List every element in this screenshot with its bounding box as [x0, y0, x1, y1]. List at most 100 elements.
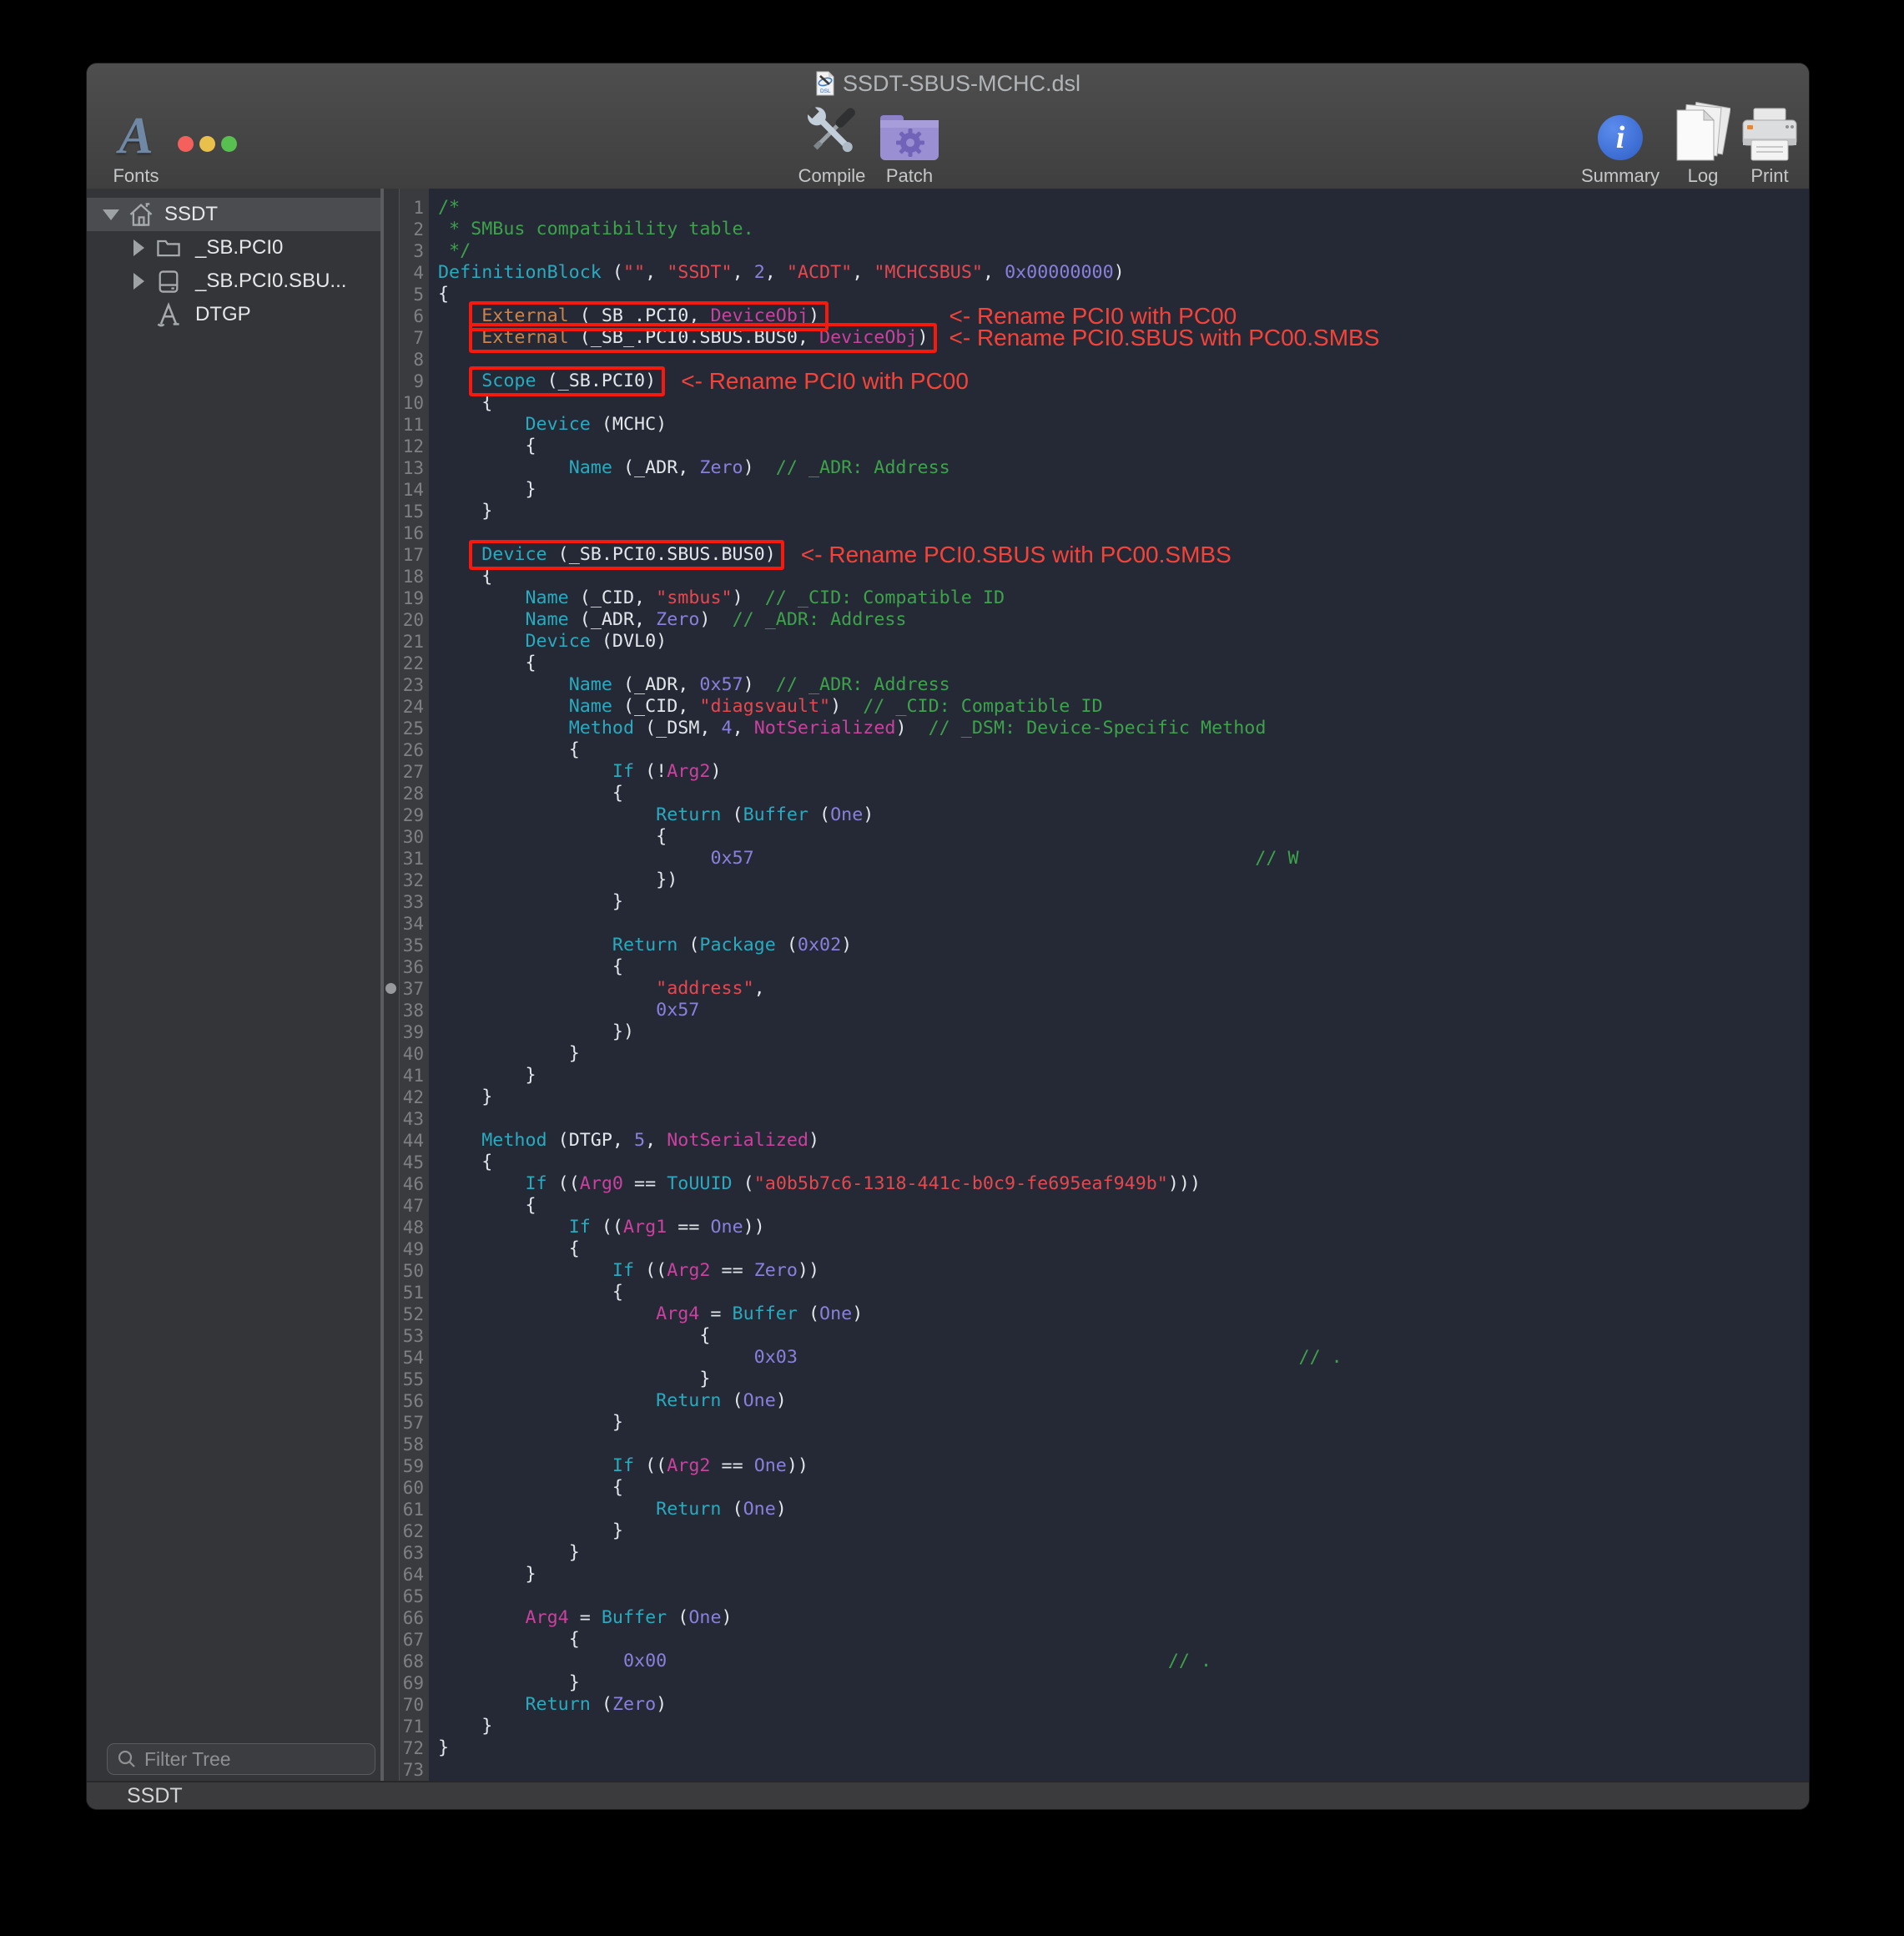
sidebar-item-sb-pci0[interactable]: _SB.PCI0	[87, 231, 380, 265]
patch-folder-icon	[878, 97, 941, 164]
filter-tree-field	[107, 1743, 375, 1775]
line-number: 35	[400, 935, 429, 956]
code-line: Name (_ADR, Zero) // _ADR: Address	[438, 457, 1809, 479]
line-number: 55	[400, 1369, 429, 1390]
code-line	[438, 913, 1809, 935]
line-number: 17	[400, 544, 429, 566]
line-number: 61	[400, 1499, 429, 1520]
maciasl-window: DSL SSDT-SBUS-MCHC.dsl A Fonts	[87, 63, 1809, 1809]
code-line: {	[438, 1282, 1809, 1303]
line-number: 27	[400, 761, 429, 783]
code-line: If ((Arg0 == ToUUID ("a0b5b7c6-1318-441c…	[438, 1173, 1809, 1195]
code-line	[438, 1759, 1809, 1781]
code-line: Return (Package (0x02)	[438, 935, 1809, 956]
compile-button[interactable]: Compile	[798, 97, 866, 187]
code-line: {	[438, 653, 1809, 674]
folder-icon	[155, 234, 182, 261]
code-line: * SMBus compatibility table.	[438, 219, 1809, 240]
code-line: Scope (_SB.PCI0)	[438, 371, 1809, 392]
minimize-window-button[interactable]	[199, 136, 215, 152]
fonts-icon: A	[118, 97, 153, 164]
line-number: 62	[400, 1520, 429, 1542]
code-line	[438, 1586, 1809, 1607]
code-line: Method (_DSM, 4, NotSerialized) // _DSM:…	[438, 718, 1809, 739]
line-number: 47	[400, 1195, 429, 1217]
log-button[interactable]: Log	[1675, 97, 1730, 187]
code-line: Device (MCHC)	[438, 414, 1809, 436]
line-number: 70	[400, 1694, 429, 1716]
code-content[interactable]: /* * SMBus compatibility table. */Defini…	[429, 189, 1809, 1781]
line-number: 36	[400, 956, 429, 978]
line-number: 73	[400, 1759, 429, 1781]
code-line: External (_SB_.PCI0.SBUS.BUS0, DeviceObj…	[438, 327, 1809, 349]
line-number: 18	[400, 566, 429, 587]
line-number: 15	[400, 501, 429, 522]
line-number: 37	[400, 978, 429, 1000]
code-line: Arg4 = Buffer (One)	[438, 1607, 1809, 1629]
code-line: {	[438, 1238, 1809, 1260]
code-line: }	[438, 1542, 1809, 1564]
disclosure-collapsed-icon[interactable]	[133, 273, 144, 290]
method-icon	[155, 301, 182, 328]
line-number: 40	[400, 1043, 429, 1065]
line-number: 41	[400, 1065, 429, 1086]
code-line: })	[438, 870, 1809, 891]
summary-button[interactable]: i Summary	[1581, 97, 1660, 187]
line-number: 22	[400, 653, 429, 674]
code-line: Return (Zero)	[438, 1694, 1809, 1716]
print-button[interactable]: Print	[1740, 97, 1800, 187]
patch-button[interactable]: Patch	[878, 97, 941, 187]
line-number: 49	[400, 1238, 429, 1260]
sidebar: SSDT _SB.PCI0 _SB.PCI0.SBU...	[87, 189, 380, 1781]
code-editor[interactable]: 1234567891011121314151617181920212223242…	[384, 189, 1809, 1781]
code-line: {	[438, 284, 1809, 305]
code-line: {	[438, 1629, 1809, 1651]
line-number: 14	[400, 479, 429, 501]
code-line: {	[438, 739, 1809, 761]
code-line	[438, 1434, 1809, 1455]
code-line: }	[438, 1672, 1809, 1694]
code-line: {	[438, 956, 1809, 978]
filter-tree-input[interactable]	[107, 1743, 375, 1775]
svg-text:DSL: DSL	[820, 88, 831, 94]
code-line: {	[438, 783, 1809, 804]
code-line: "address",	[438, 978, 1809, 1000]
code-line: */	[438, 240, 1809, 262]
line-number: 64	[400, 1564, 429, 1586]
line-number: 8	[400, 349, 429, 371]
zoom-window-button[interactable]	[221, 136, 237, 152]
line-number: 68	[400, 1651, 429, 1672]
line-marker-dot	[385, 983, 396, 994]
code-line: }	[438, 479, 1809, 501]
line-number: 59	[400, 1455, 429, 1477]
printer-icon	[1740, 97, 1800, 164]
code-line: Arg4 = Buffer (One)	[438, 1303, 1809, 1325]
close-window-button[interactable]	[178, 136, 194, 152]
line-number: 52	[400, 1303, 429, 1325]
line-number: 38	[400, 1000, 429, 1021]
disclosure-collapsed-icon[interactable]	[133, 239, 144, 256]
code-line: If ((Arg2 == Zero))	[438, 1260, 1809, 1282]
line-number: 71	[400, 1716, 429, 1737]
sidebar-item-sb-pci0-sbus[interactable]: _SB.PCI0.SBU...	[87, 265, 380, 298]
fonts-button[interactable]: A Fonts	[113, 97, 159, 187]
code-line: DefinitionBlock ("", "SSDT", 2, "ACDT", …	[438, 262, 1809, 284]
line-number: 65	[400, 1586, 429, 1607]
line-number: 30	[400, 826, 429, 848]
line-number: 32	[400, 870, 429, 891]
line-number: 45	[400, 1152, 429, 1173]
line-number: 50	[400, 1260, 429, 1282]
line-number: 1	[400, 197, 429, 219]
line-number: 10	[400, 392, 429, 414]
status-bar: SSDT	[87, 1781, 1809, 1809]
code-line: }	[438, 1716, 1809, 1737]
disclosure-expanded-icon[interactable]	[103, 209, 119, 220]
sidebar-item-dtgp[interactable]: DTGP	[87, 298, 380, 331]
line-number: 12	[400, 436, 429, 457]
compile-tools-icon	[799, 97, 864, 164]
sidebar-item-ssdt[interactable]: SSDT	[87, 198, 380, 231]
line-number-gutter: 1234567891011121314151617181920212223242…	[399, 189, 429, 1781]
code-line: 0x03 // .	[438, 1347, 1809, 1369]
code-line: }	[438, 1737, 1809, 1759]
code-line: {	[438, 436, 1809, 457]
